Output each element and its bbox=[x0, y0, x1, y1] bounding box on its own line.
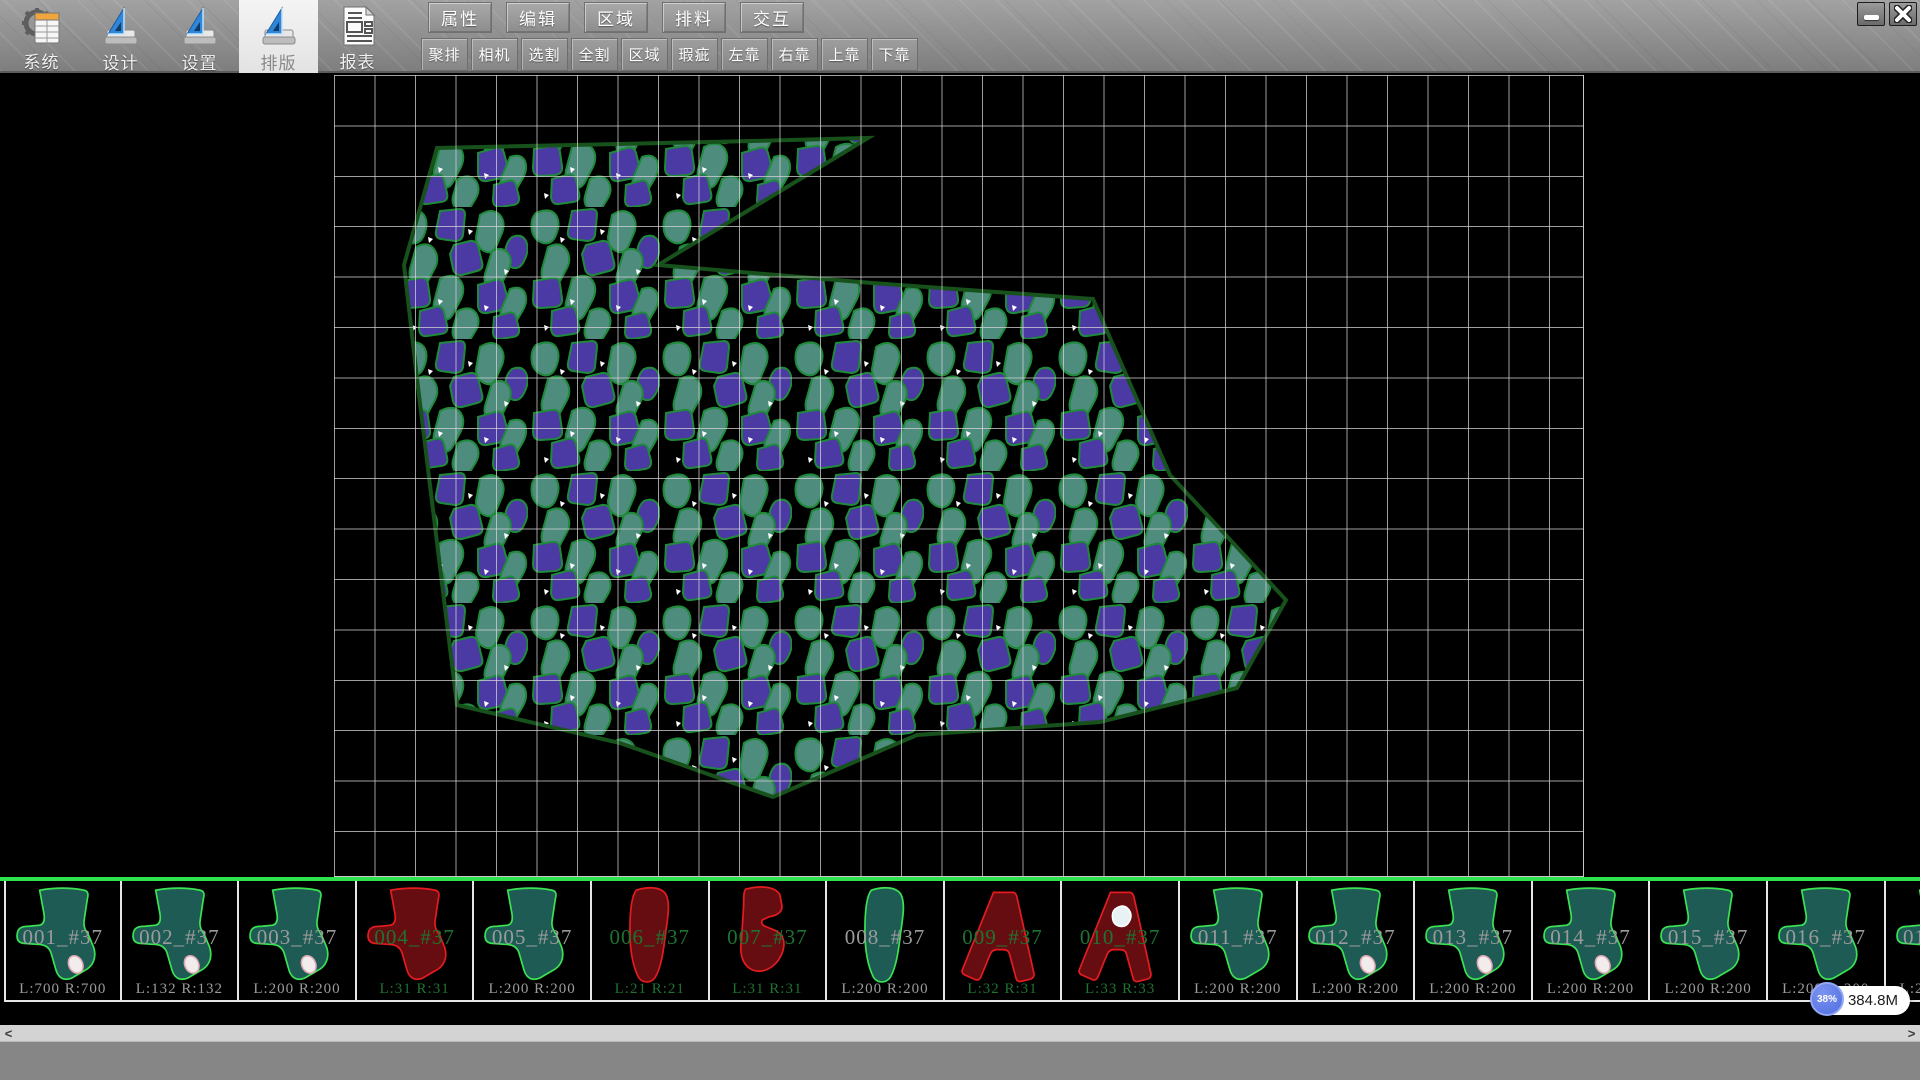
part-cell-004[interactable]: 004_#37L:31 R:31 bbox=[357, 881, 475, 1002]
tool-button-7[interactable]: 左靠 bbox=[721, 38, 768, 71]
part-shape bbox=[1890, 883, 1920, 995]
part-shape bbox=[361, 883, 467, 995]
parts-list: 001_#37L:700 R:700002_#37L:132 R:132003_… bbox=[4, 881, 1920, 1002]
menu-button-1[interactable]: 属性 bbox=[428, 2, 492, 33]
close-icon bbox=[1894, 5, 1912, 23]
main-toolbar: 系统 设计 设置 排版 报表 bbox=[2, 0, 397, 73]
progress-circle: 38% bbox=[1810, 982, 1844, 1016]
status-bar bbox=[0, 1041, 1920, 1080]
part-cell-013[interactable]: 013_#37L:200 R:200 bbox=[1415, 881, 1533, 1002]
part-shape bbox=[949, 883, 1055, 995]
tool-button-5[interactable]: 区域 bbox=[621, 38, 668, 71]
main-button-4[interactable]: 排版 bbox=[239, 0, 318, 73]
part-shape bbox=[1302, 883, 1408, 995]
scroll-left-button[interactable]: < bbox=[0, 1025, 17, 1041]
design-ruler-icon bbox=[99, 4, 143, 48]
menu-button-4[interactable]: 排料 bbox=[662, 2, 726, 33]
part-cell-015[interactable]: 015_#37L:200 R:200 bbox=[1650, 881, 1768, 1002]
progress-value: 38% bbox=[1817, 994, 1837, 1005]
part-cell-011[interactable]: 011_#37L:200 R:200 bbox=[1180, 881, 1298, 1002]
part-shape bbox=[1066, 883, 1172, 995]
parts-strip: 001_#37L:700 R:700002_#37L:132 R:132003_… bbox=[0, 877, 1920, 1006]
nesting-ruler-icon bbox=[257, 4, 301, 48]
part-cell-003[interactable]: 003_#37L:200 R:200 bbox=[239, 881, 357, 1002]
tool-button-9[interactable]: 上靠 bbox=[821, 38, 868, 71]
settings-ruler-icon bbox=[178, 4, 222, 48]
tool-button-1[interactable]: 聚排 bbox=[421, 38, 468, 71]
menu-button-2[interactable]: 编辑 bbox=[506, 2, 570, 33]
part-cell-012[interactable]: 012_#37L:200 R:200 bbox=[1298, 881, 1416, 1002]
tool-button-4[interactable]: 全割 bbox=[571, 38, 618, 71]
part-shape bbox=[1419, 883, 1525, 995]
tool-button-2[interactable]: 相机 bbox=[471, 38, 518, 71]
part-shape bbox=[1537, 883, 1643, 995]
main-button-2[interactable]: 设计 bbox=[81, 0, 160, 73]
close-button[interactable] bbox=[1889, 2, 1917, 26]
main-button-1[interactable]: 系统 bbox=[2, 0, 81, 73]
scroll-right-button[interactable]: > bbox=[1903, 1025, 1920, 1041]
nested-hide[interactable] bbox=[0, 75, 1920, 877]
part-shape bbox=[831, 883, 937, 995]
part-shape bbox=[1184, 883, 1290, 995]
part-cell-006[interactable]: 006_#37L:21 R:21 bbox=[592, 881, 710, 1002]
part-cell-001[interactable]: 001_#37L:700 R:700 bbox=[4, 881, 122, 1002]
part-cell-014[interactable]: 014_#37L:200 R:200 bbox=[1533, 881, 1651, 1002]
status-badge: 384.8M 38% bbox=[1810, 984, 1910, 1015]
app-window: 系统设计设置排版报表 属性编辑区域排料交互 聚排相机选割全割区域瑕疵左靠右靠上靠… bbox=[0, 0, 1920, 1080]
tool-button-3[interactable]: 选割 bbox=[521, 38, 568, 71]
part-shape bbox=[1654, 883, 1760, 995]
part-cell-009[interactable]: 009_#37L:32 R:31 bbox=[945, 881, 1063, 1002]
part-shape bbox=[478, 883, 584, 995]
tool-bar: 聚排相机选割全割区域瑕疵左靠右靠上靠下靠 bbox=[421, 38, 918, 71]
menu-button-5[interactable]: 交互 bbox=[740, 2, 804, 33]
nesting-canvas[interactable] bbox=[0, 75, 1920, 877]
tool-button-6[interactable]: 瑕疵 bbox=[671, 38, 718, 71]
system-gear-icon bbox=[20, 4, 64, 47]
part-shape bbox=[1772, 883, 1878, 995]
minimize-button[interactable] bbox=[1857, 2, 1885, 26]
part-shape bbox=[10, 883, 116, 995]
toolbar: 系统设计设置排版报表 属性编辑区域排料交互 聚排相机选割全割区域瑕疵左靠右靠上靠… bbox=[0, 0, 1920, 73]
main-button-5[interactable]: 报表 bbox=[318, 0, 397, 73]
part-cell-002[interactable]: 002_#37L:132 R:132 bbox=[122, 881, 240, 1002]
main-button-label: 设计 bbox=[103, 49, 139, 74]
part-cell-005[interactable]: 005_#37L:200 R:200 bbox=[474, 881, 592, 1002]
tool-button-10[interactable]: 下靠 bbox=[871, 38, 918, 71]
tool-button-8[interactable]: 右靠 bbox=[771, 38, 818, 71]
menu-bar: 属性编辑区域排料交互 bbox=[428, 2, 804, 33]
part-shape bbox=[126, 883, 232, 995]
main-button-label: 排版 bbox=[261, 49, 297, 74]
main-button-label: 设置 bbox=[182, 49, 218, 74]
minimize-icon bbox=[1864, 15, 1879, 20]
part-cell-010[interactable]: 010_#37L:33 R:33 bbox=[1062, 881, 1180, 1002]
memory-value: 384.8M bbox=[1848, 992, 1898, 1009]
report-doc-icon bbox=[336, 4, 380, 47]
part-shape bbox=[714, 883, 820, 995]
main-button-label: 系统 bbox=[24, 48, 60, 73]
part-cell-007[interactable]: 007_#37L:31 R:31 bbox=[710, 881, 828, 1002]
menu-button-3[interactable]: 区域 bbox=[584, 2, 648, 33]
horizontal-scrollbar[interactable]: < > bbox=[0, 1025, 1920, 1041]
main-button-label: 报表 bbox=[340, 48, 376, 73]
main-button-3[interactable]: 设置 bbox=[160, 0, 239, 73]
part-shape bbox=[243, 883, 349, 995]
part-shape bbox=[596, 883, 702, 995]
window-controls bbox=[1857, 2, 1917, 26]
part-cell-008[interactable]: 008_#37L:200 R:200 bbox=[827, 881, 945, 1002]
hide-outline bbox=[404, 138, 1286, 797]
